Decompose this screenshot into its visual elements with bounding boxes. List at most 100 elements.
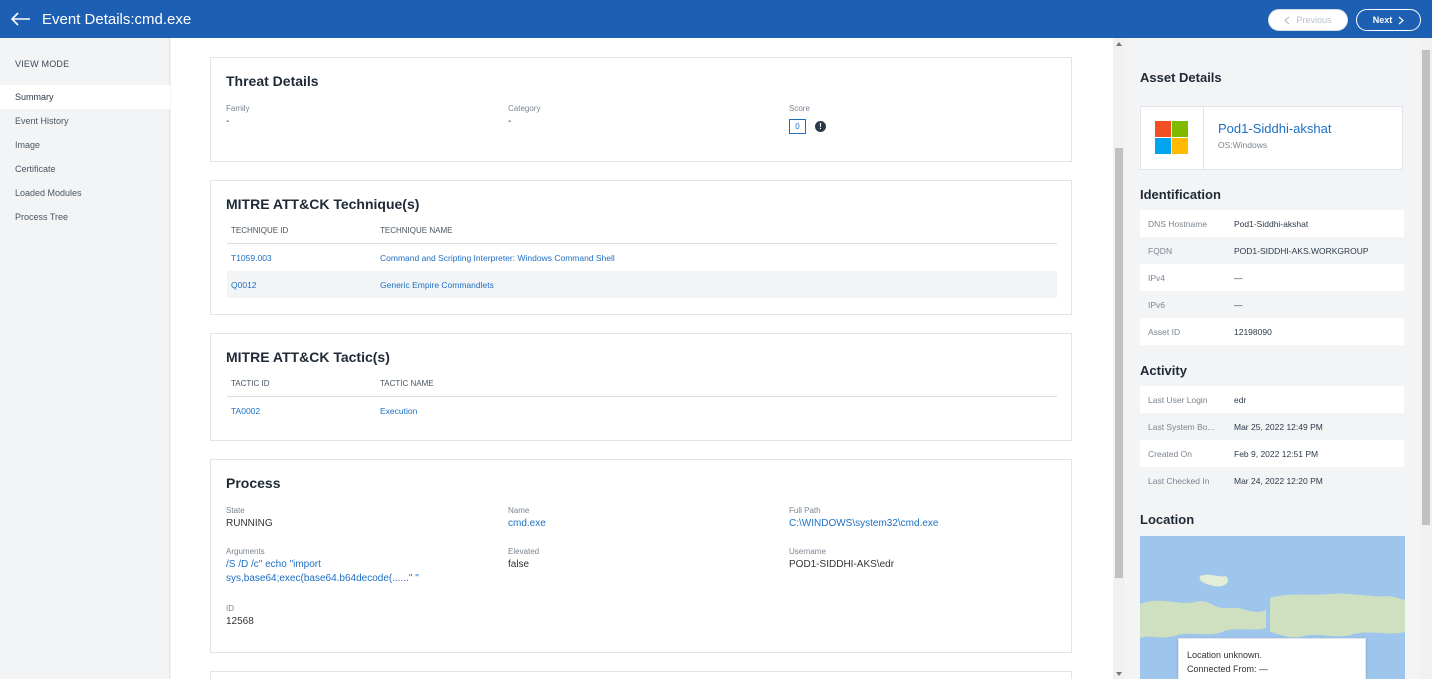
sidebar-item-summary[interactable]: Summary	[0, 85, 170, 109]
location-tooltip: Location unknown. Connected From: —	[1178, 638, 1366, 679]
view-mode-heading: VIEW MODE	[15, 59, 70, 69]
asset-panel-scrollbar[interactable]	[1420, 38, 1432, 679]
kv-key: Last Checked In	[1148, 475, 1210, 486]
tactic-id-link[interactable]: TA0002	[231, 397, 260, 424]
tactic-name-link[interactable]: Execution	[380, 397, 417, 424]
scroll-down-icon[interactable]	[1116, 672, 1122, 676]
main-scrollbar-thumb[interactable]	[1115, 148, 1123, 578]
kv-value: POD1-SIDDHI-AKS.WORKGROUP	[1234, 245, 1369, 256]
threat-details-card: Threat Details Family - Category - Score…	[210, 57, 1072, 162]
info-icon[interactable]: !	[815, 121, 826, 132]
state-value: RUNNING	[226, 518, 273, 529]
kv-value: Mar 24, 2022 12:20 PM	[1234, 475, 1323, 486]
sidebar-item-image[interactable]: Image	[0, 133, 170, 157]
kv-value: Pod1-Siddhi-akshat	[1234, 218, 1309, 229]
process-title: Process	[226, 475, 281, 491]
threat-details-title: Threat Details	[226, 73, 319, 89]
location-map[interactable]: Location unknown. Connected From: —	[1140, 536, 1405, 679]
kv-value: 12198090	[1234, 326, 1272, 337]
state-label: State	[226, 506, 245, 515]
header-bar: Event Details:cmd.exe Previous Next	[0, 0, 1432, 38]
previous-label: Previous	[1296, 15, 1332, 25]
kv-value: edr	[1234, 394, 1247, 405]
kv-key: Last User Login	[1148, 394, 1208, 405]
score-badge: 0	[789, 119, 806, 134]
category-value: -	[508, 116, 512, 127]
category-label: Category	[508, 104, 541, 113]
mitre-tactics-title: MITRE ATT&CK Tactic(s)	[226, 349, 390, 365]
full-path-link[interactable]: C:\WINDOWS\system32\cmd.exe	[789, 518, 938, 529]
chevron-left-icon	[1284, 16, 1290, 24]
activity-row: Last Checked In Mar 24, 2022 12:20 PM	[1140, 467, 1404, 494]
technique-name-link[interactable]: Command and Scripting Interpreter: Windo…	[380, 244, 615, 271]
location-title: Location	[1140, 512, 1195, 527]
kv-value: —	[1234, 299, 1243, 310]
kv-key: IPv6	[1148, 299, 1166, 310]
elevated-label: Elevated	[508, 547, 540, 556]
table-row: Q0012 Generic Empire Commandlets	[227, 271, 1057, 298]
arguments-label: Arguments	[226, 547, 265, 556]
next-card	[210, 671, 1072, 679]
username-value: POD1-SIDDHI-AKS\edr	[789, 559, 895, 570]
next-label: Next	[1372, 15, 1393, 25]
logo-square-red	[1155, 121, 1171, 137]
arguments-line-2[interactable]: sys,base64;exec(base64.b64decode(......"…	[226, 573, 419, 584]
page-title: Event Details:cmd.exe	[42, 10, 192, 28]
previous-button[interactable]: Previous	[1268, 9, 1348, 31]
kv-key: DNS Hostname	[1148, 218, 1208, 229]
asset-panel: Asset Details Pod1-Siddhi-akshat OS:Wind…	[1125, 38, 1420, 679]
main-content: Threat Details Family - Category - Score…	[171, 38, 1113, 679]
sidebar-item-certificate[interactable]: Certificate	[0, 157, 170, 181]
score-label: Score	[789, 104, 810, 113]
sidebar-item-loaded-modules[interactable]: Loaded Modules	[0, 181, 170, 205]
mitre-techniques-card: MITRE ATT&CK Technique(s) TECHNIQUE ID T…	[210, 180, 1072, 315]
technique-id-link[interactable]: Q0012	[231, 271, 257, 298]
asset-card[interactable]: Pod1-Siddhi-akshat OS:Windows	[1140, 106, 1403, 170]
techniques-table-header: TECHNIQUE ID TECHNIQUE NAME	[227, 218, 1057, 244]
kv-key: Asset ID	[1148, 326, 1181, 337]
main-scrollbar[interactable]	[1113, 38, 1125, 679]
family-value: -	[226, 116, 230, 127]
identification-title: Identification	[1140, 187, 1221, 202]
technique-id-link[interactable]: T1059.003	[231, 244, 272, 271]
sidebar-item-process-tree[interactable]: Process Tree	[0, 205, 170, 229]
technique-name-link[interactable]: Generic Empire Commandlets	[380, 271, 494, 298]
technique-id-column: TECHNIQUE ID	[231, 226, 289, 235]
technique-name-column: TECHNIQUE NAME	[380, 226, 453, 235]
identification-row: IPv4 —	[1140, 264, 1404, 291]
process-card: Process State RUNNING Name cmd.exe Full …	[210, 459, 1072, 653]
logo-square-yellow	[1172, 138, 1188, 154]
id-value: 12568	[226, 616, 254, 627]
arguments-line-1[interactable]: /S /D /c" echo "import	[226, 559, 321, 570]
table-row: TA0002 Execution	[227, 397, 1057, 424]
tactic-name-column: TACTIC NAME	[380, 379, 434, 388]
identification-row: Asset ID 12198090	[1140, 318, 1404, 345]
full-path-label: Full Path	[789, 506, 821, 515]
asset-name-link[interactable]: Pod1-Siddhi-akshat	[1218, 121, 1331, 136]
sidebar-item-event-history[interactable]: Event History	[0, 109, 170, 133]
logo-square-blue	[1155, 138, 1171, 154]
kv-value: Mar 25, 2022 12:49 PM	[1234, 421, 1323, 432]
back-arrow-icon[interactable]	[10, 8, 32, 30]
kv-key: Created On	[1148, 448, 1192, 459]
chevron-right-icon	[1398, 16, 1405, 24]
tactics-table-header: TACTIC ID TACTIC NAME	[227, 371, 1057, 397]
asset-panel-scrollbar-thumb[interactable]	[1422, 50, 1430, 525]
location-unknown-text: Location unknown.	[1187, 650, 1263, 660]
kv-key: IPv4	[1148, 272, 1166, 283]
process-name-link[interactable]: cmd.exe	[508, 518, 546, 529]
left-sidebar: VIEW MODE Summary Event History Image Ce…	[0, 38, 170, 679]
connected-from-text: Connected From: —	[1187, 664, 1269, 674]
identification-row: DNS Hostname Pod1-Siddhi-akshat	[1140, 210, 1404, 237]
activity-row: Last User Login edr	[1140, 386, 1404, 413]
activity-row: Created On Feb 9, 2022 12:51 PM	[1140, 440, 1404, 467]
scroll-up-icon[interactable]	[1116, 42, 1122, 46]
activity-row: Last System Bo... Mar 25, 2022 12:49 PM	[1140, 413, 1404, 440]
table-row: T1059.003 Command and Scripting Interpre…	[227, 244, 1057, 271]
next-button[interactable]: Next	[1356, 9, 1421, 31]
mitre-tactics-card: MITRE ATT&CK Tactic(s) TACTIC ID TACTIC …	[210, 333, 1072, 441]
logo-square-green	[1172, 121, 1188, 137]
kv-value: —	[1234, 272, 1243, 283]
kv-value: Feb 9, 2022 12:51 PM	[1234, 448, 1319, 459]
username-label: Username	[789, 547, 826, 556]
